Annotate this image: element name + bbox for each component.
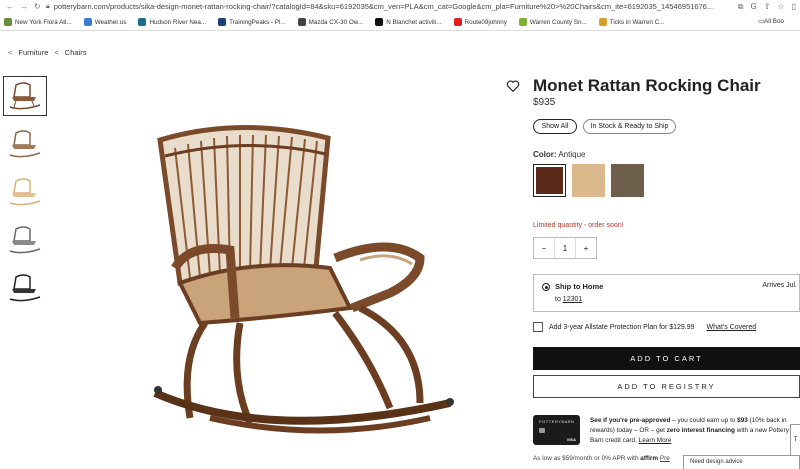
credit-card-image: POTTERYBARN VISA [533, 415, 580, 445]
limited-quantity-notice: Limited quantity - order soon! [533, 222, 624, 229]
credit-card-promo: POTTERYBARN VISA See if you're pre-appro… [533, 413, 800, 447]
bookmark-item[interactable]: Mazda CX-30 Ow... [297, 18, 363, 26]
add-to-registry-button[interactable]: ADD TO REGISTRY [533, 375, 800, 398]
extension-icon[interactable]: ⧉ [738, 2, 744, 12]
thumbnail-list [3, 76, 49, 316]
browser-address-bar[interactable]: ← → ↻ 🔒︎ potterybarn.com/products/sika-d… [0, 0, 800, 13]
sidebar-icon[interactable]: ▯ [792, 2, 796, 12]
affirm-financing: As low as $59/month or 0% APR with affir… [533, 455, 670, 462]
protection-text: Add 3-year Allstate Protection Plan for … [549, 323, 695, 331]
chair-thumbnail-icon [9, 274, 41, 302]
bookmark-favicon-icon [297, 18, 306, 26]
thumbnail-antique[interactable] [3, 76, 47, 116]
breadcrumb: < Furniture < Chairs [8, 48, 86, 57]
quantity-minus-button[interactable]: − [534, 244, 554, 253]
quantity-input[interactable]: 1 [554, 238, 576, 258]
chevron-left-icon: < [8, 48, 13, 57]
filter-show-all[interactable]: Show All [533, 119, 577, 134]
swatch-natural[interactable] [572, 164, 605, 197]
browser-nav: ← → ↻ [0, 2, 46, 11]
browser-actions: ⧉ G ⇪ ☆ ▯ [738, 2, 800, 12]
bookmark-item[interactable]: Ticks in Warren C... [598, 18, 665, 26]
protection-plan: Add 3-year Allstate Protection Plan for … [533, 322, 756, 332]
chair-thumbnail-icon [9, 82, 41, 110]
bookmark-item[interactable]: New York Flora Atl... [4, 18, 72, 26]
favorite-heart-icon[interactable] [506, 79, 520, 93]
thumbnail-natural[interactable] [3, 172, 47, 212]
bookmark-favicon-icon [4, 18, 12, 26]
reload-icon[interactable]: ↻ [34, 2, 41, 11]
bookmark-item[interactable]: Warren County Sn... [518, 18, 587, 26]
promo-text: See if you're pre-approved – you could e… [590, 417, 789, 444]
back-arrow-icon[interactable]: ← [6, 2, 14, 11]
chair-thumbnail-icon [9, 178, 41, 206]
chair-thumbnail-icon [9, 226, 41, 254]
bookmark-favicon-icon [138, 18, 147, 26]
breadcrumb-chairs[interactable]: Chairs [65, 48, 87, 57]
bookmark-favicon-icon [598, 18, 607, 26]
all-bookmarks[interactable]: ▭ All Boo [758, 18, 784, 25]
forward-arrow-icon[interactable]: → [20, 2, 28, 11]
product-image[interactable] [120, 118, 480, 448]
affirm-prequal-link[interactable]: Pre [660, 455, 670, 462]
ship-title: Ship to Home [555, 282, 604, 291]
protection-checkbox[interactable] [533, 322, 543, 332]
bookmark-favicon-icon [518, 18, 527, 26]
side-tab[interactable]: T [790, 424, 800, 456]
learn-more-link[interactable]: Learn More [639, 437, 672, 444]
share-icon[interactable]: ⇪ [764, 2, 771, 12]
product-price: $935 [533, 97, 556, 108]
chevron-left-icon: < [54, 48, 59, 57]
design-advice-popup[interactable]: Need design advice [683, 455, 800, 469]
quantity-plus-button[interactable]: + [576, 244, 596, 253]
rocking-chair-image [153, 125, 454, 434]
swatch-taupe[interactable] [611, 164, 644, 197]
ship-to-home-option[interactable]: Ship to Home to 12301 Arrives Jul. [533, 274, 800, 312]
zip-link[interactable]: 12301 [563, 296, 582, 303]
bookmark-favicon-icon [83, 18, 92, 26]
bookmark-favicon-icon [453, 18, 462, 26]
bookmark-item[interactable]: TrainingPeaks - Pl... [218, 18, 286, 26]
chair-thumbnail-icon [9, 130, 41, 158]
affirm-logo: affirm [640, 455, 659, 462]
add-to-cart-button[interactable]: ADD TO CART [533, 347, 800, 370]
breadcrumb-furniture[interactable]: Furniture [18, 48, 48, 57]
filter-in-stock[interactable]: In Stock & Ready to Ship [583, 119, 676, 134]
thumbnail-grey[interactable] [3, 220, 47, 260]
arrives-date: Arrives Jul. [762, 282, 797, 289]
product-title: Monet Rattan Rocking Chair [533, 76, 761, 95]
bookmarks-bar: New York Flora Atl... Weather.us Hudson … [0, 14, 800, 31]
thumbnail-antique-2[interactable] [3, 124, 47, 164]
quantity-stepper: − 1 + [533, 237, 597, 259]
ship-radio[interactable] [542, 283, 550, 291]
selected-color: Antique [558, 150, 586, 159]
swatch-antique[interactable] [533, 164, 566, 197]
bookmark-item[interactable]: Route09johnny [453, 18, 507, 26]
whats-covered-link[interactable]: What's Covered [707, 324, 757, 331]
thumbnail-black[interactable] [3, 268, 47, 308]
bookmark-item[interactable]: Hudson River Nea... [138, 18, 206, 26]
bookmark-favicon-icon [375, 18, 384, 26]
bookmark-item[interactable]: N Blanchet activiti... [375, 18, 442, 26]
bookmark-favicon-icon [218, 18, 227, 26]
url-text[interactable]: potterybarn.com/products/sika-design-mon… [54, 2, 738, 11]
bookmark-item[interactable]: Weather.us [83, 18, 126, 26]
ship-to-zip: to 12301 [555, 296, 583, 303]
star-icon[interactable]: ☆ [777, 2, 784, 12]
color-label: Color: Antique [533, 150, 586, 159]
google-icon[interactable]: G [750, 2, 756, 12]
lock-icon: 🔒︎ [46, 2, 50, 10]
